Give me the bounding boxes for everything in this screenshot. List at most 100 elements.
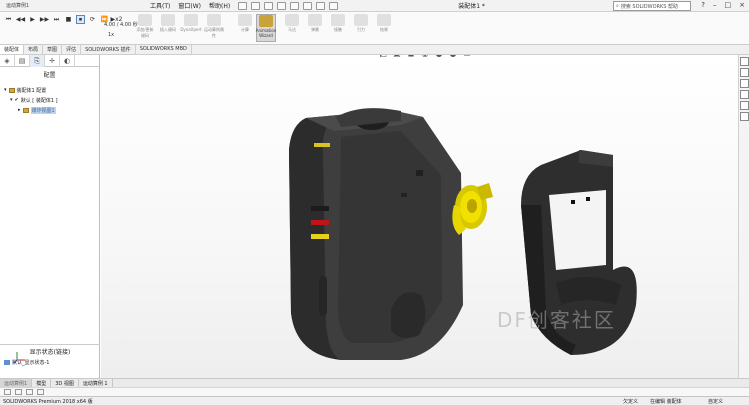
add-update-key-button[interactable]: 添加/更新键码 xyxy=(135,14,155,42)
open-file-icon[interactable] xyxy=(251,1,261,10)
axis-triad-icon xyxy=(13,352,25,364)
tab-motion-study-active[interactable]: 运动算例1 xyxy=(0,379,33,387)
tab-mbd[interactable]: SOLIDWORKS MBD xyxy=(136,45,192,54)
units-status[interactable]: 自定义 xyxy=(708,398,723,405)
tab-3d-view[interactable]: 3D 视图 xyxy=(51,379,79,387)
property-manager-icon[interactable]: ▤ xyxy=(15,55,30,67)
print-icon[interactable] xyxy=(277,1,287,10)
display-state-icon xyxy=(4,360,10,365)
dimxpert-icon[interactable]: ✛ xyxy=(45,55,60,67)
zoom-fit-timeline-icon[interactable] xyxy=(37,389,44,395)
select-icon[interactable] xyxy=(303,1,313,10)
animation-wizard-button[interactable]: Animation Wizard xyxy=(256,14,276,42)
file-explorer-icon[interactable] xyxy=(740,79,749,88)
housing-part[interactable] xyxy=(289,108,463,360)
tab-sketch[interactable]: 草图 xyxy=(43,45,63,54)
configuration-tree: ▾ 装配体1 配置 ▾ ✔ 默认 [ 装配体1 ] ▸ 爆炸视图1 xyxy=(0,85,99,115)
options-icon[interactable] xyxy=(329,1,339,10)
check-icon: ✔ xyxy=(14,97,19,103)
normal-play-icon[interactable]: ⏹ xyxy=(76,15,85,24)
new-file-icon[interactable] xyxy=(238,1,248,10)
step-forward-icon[interactable]: ▶▶ xyxy=(40,15,49,24)
animation-wizard-icon xyxy=(259,15,273,27)
tab-addins[interactable]: SOLIDWORKS 插件 xyxy=(81,45,136,54)
title-bar: 运动算例1 工具(T) 窗口(W) 帮助(H) 装配体1 * ⌕ 搜索 SOLI… xyxy=(0,0,749,12)
configuration-manager-icon[interactable]: ⎘ xyxy=(30,55,45,67)
gravity-icon xyxy=(354,14,368,26)
spring-icon xyxy=(308,14,322,26)
calculate-button[interactable]: 计算 xyxy=(235,14,255,42)
contact-button[interactable]: 接触 xyxy=(328,14,348,42)
motion-timeline-toolbar xyxy=(0,387,749,396)
dynaxpert-button[interactable]: DynaXpert xyxy=(180,14,202,42)
tree-item-assembly[interactable]: ▾ 装配体1 配置 xyxy=(0,85,99,95)
close-button[interactable]: × xyxy=(739,1,745,9)
results-button[interactable]: 结果 xyxy=(374,14,394,42)
insert-key-button[interactable]: 插入键码 xyxy=(158,14,178,42)
expand-icon[interactable]: ▸ xyxy=(18,107,21,113)
resources-icon[interactable] xyxy=(740,57,749,66)
panel-title: 配置 xyxy=(43,72,56,79)
motor-button[interactable]: 马达 xyxy=(282,14,302,42)
task-pane-tabs xyxy=(738,55,749,378)
minimize-button[interactable]: – xyxy=(713,1,717,9)
menu-help[interactable]: 帮助(H) xyxy=(209,1,230,10)
insert-key-icon xyxy=(161,14,175,26)
step-back-icon[interactable]: ◀◀ xyxy=(16,15,25,24)
spring-button[interactable]: 弹簧 xyxy=(305,14,325,42)
stop-icon[interactable]: ■ xyxy=(64,15,73,24)
play-icon[interactable]: ▶ xyxy=(28,15,37,24)
rewind-icon[interactable]: ⏮ xyxy=(4,15,13,24)
search-box[interactable]: ⌕ 搜索 SOLIDWORKS 帮助 xyxy=(613,1,691,11)
tab-motion-study[interactable]: 运动算例 1 xyxy=(79,379,113,387)
tab-model[interactable]: 模型 xyxy=(32,379,52,387)
menu-tools[interactable]: 工具(T) xyxy=(150,1,170,10)
manager-tabs: ◈ ▤ ⎘ ✛ ◐ xyxy=(0,55,99,67)
editing-status: 在编辑 装配体 xyxy=(650,398,682,405)
results-icon xyxy=(377,14,391,26)
key-icon xyxy=(138,14,152,26)
motion-study-toolbar: ⏮ ◀◀ ▶ ▶▶ ⏭ ■ ⏹ ⟳ ⏩ ▶x2 4.00 / 4.00 秒 1x… xyxy=(0,12,749,45)
tab-layout[interactable]: 布局 xyxy=(24,45,44,54)
help-icon[interactable]: ? xyxy=(701,1,705,9)
custom-properties-icon[interactable] xyxy=(740,112,749,121)
tab-evaluate[interactable]: 评估 xyxy=(62,45,82,54)
appearances-icon[interactable] xyxy=(740,101,749,110)
model-canvas xyxy=(289,108,637,360)
search-placeholder: 搜索 SOLIDWORKS 帮助 xyxy=(620,3,679,10)
document-title: 装配体1 * xyxy=(458,3,485,10)
menu-bar: 工具(T) 窗口(W) 帮助(H) xyxy=(150,1,230,10)
window-controls: ? – □ × xyxy=(701,1,745,9)
view-palette-icon[interactable] xyxy=(740,90,749,99)
design-library-icon[interactable] xyxy=(740,68,749,77)
contact-icon xyxy=(331,14,345,26)
expand-icon[interactable]: ▾ xyxy=(10,97,13,103)
study-properties-button[interactable]: 运动算例属性 xyxy=(204,14,224,42)
graphics-area[interactable]: ⌕ ⌕ ↶ ◩ ▣ ◼ ◉ ◕ ◒ ▭ xyxy=(101,55,738,378)
configuration-manager: ◈ ▤ ⎘ ✛ ◐ 配置 ▾ 装配体1 配置 ▾ ✔ 默认 [ 装配体1 ] ▸… xyxy=(0,55,100,378)
loop-icon[interactable]: ⟳ xyxy=(88,15,97,24)
tab-assembly[interactable]: 装配体 xyxy=(0,45,25,54)
rebuild-icon[interactable] xyxy=(316,1,326,10)
exploded-view-icon xyxy=(22,107,29,113)
bottom-tabs: 运动算例1 模型 3D 视图 运动算例 1 xyxy=(0,378,749,387)
zoom-in-icon[interactable] xyxy=(15,389,22,395)
red-indicator xyxy=(311,220,329,225)
gravity-button[interactable]: 引力 xyxy=(351,14,371,42)
feature-manager-icon[interactable]: ◈ xyxy=(0,55,15,67)
save-icon[interactable] xyxy=(264,1,274,10)
end-icon[interactable]: ⏭ xyxy=(52,15,61,24)
undo-icon[interactable] xyxy=(290,1,300,10)
zoom-out-icon[interactable] xyxy=(26,389,33,395)
display-manager-icon[interactable]: ◐ xyxy=(60,55,75,67)
expand-icon[interactable]: ▾ xyxy=(4,87,7,93)
assembly-icon xyxy=(8,87,15,93)
speed-readout: 1x xyxy=(108,32,115,38)
menu-window[interactable]: 窗口(W) xyxy=(178,1,201,10)
tree-item-default[interactable]: ▾ ✔ 默认 [ 装配体1 ] xyxy=(0,95,99,105)
filter-icon[interactable] xyxy=(4,389,11,395)
tree-item-exploded-view[interactable]: ▸ 爆炸视图1 xyxy=(0,105,99,115)
calculate-icon xyxy=(238,14,252,26)
dynaxpert-icon xyxy=(184,14,198,26)
maximize-button[interactable]: □ xyxy=(725,1,732,9)
